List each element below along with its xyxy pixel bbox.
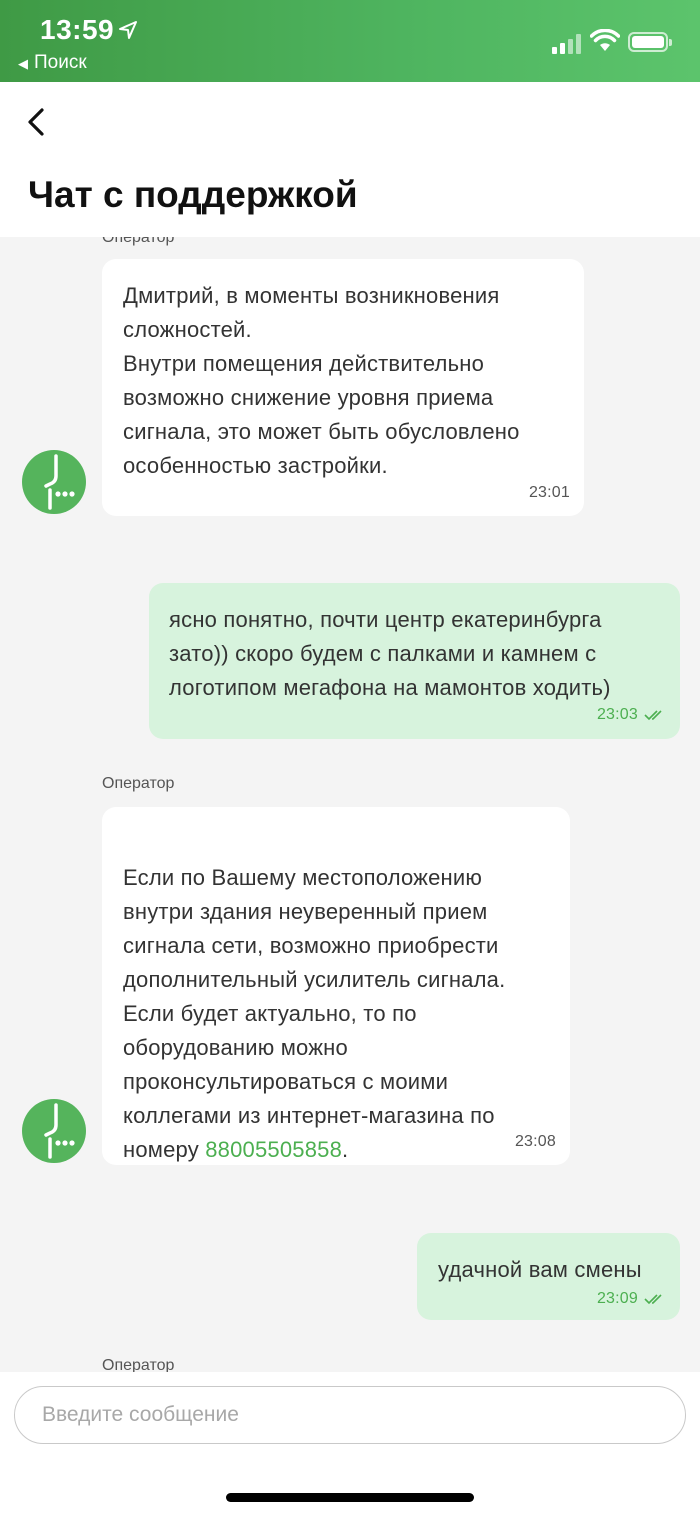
status-bar: 13:59 ◀ Поиск	[0, 0, 700, 82]
operator-avatar	[22, 1099, 86, 1163]
message-text: Дмитрий, в моменты возникновения сложнос…	[123, 283, 520, 478]
page-title: Чат с поддержкой	[28, 174, 358, 215]
chat-header: Чат с поддержкой	[0, 82, 700, 237]
outgoing-message[interactable]: ясно понятно, почти центр екатеринбурга …	[149, 583, 680, 739]
back-app-label: Поиск	[34, 52, 87, 73]
message-time: 23:03	[596, 706, 638, 723]
message-text-prefix: номеру	[123, 1137, 206, 1162]
double-check-icon	[644, 1294, 662, 1304]
status-time: 13:59	[40, 14, 115, 45]
megafon-logo-icon	[44, 1103, 75, 1159]
message-time: 23:08	[514, 1133, 556, 1150]
message-input-bar	[0, 1372, 700, 1515]
chat-messages[interactable]: Оператор Дмитрий, в моменты возникновени…	[0, 237, 700, 1372]
megafon-logo-icon	[44, 454, 75, 510]
incoming-message[interactable]: Дмитрий, в моменты возникновения сложнос…	[102, 259, 584, 516]
battery-icon	[628, 32, 672, 52]
message-text: удачной вам смены	[438, 1257, 642, 1282]
sender-label: Оператор	[102, 1357, 175, 1372]
operator-avatar	[22, 450, 86, 514]
incoming-message[interactable]: Если по Вашему местоположению внутри зда…	[102, 807, 570, 1165]
message-time: 23:09	[596, 1290, 638, 1307]
message-input[interactable]	[14, 1386, 686, 1444]
sender-label: Оператор	[102, 775, 175, 792]
double-check-icon	[644, 710, 662, 720]
back-to-app-link[interactable]: ◀ Поиск	[18, 52, 87, 74]
sender-label: Оператор	[102, 237, 175, 246]
wifi-icon	[590, 29, 620, 51]
chevron-left-icon[interactable]	[22, 104, 52, 140]
outgoing-message[interactable]: удачной вам смены 23:09	[417, 1233, 680, 1320]
message-text: Если по Вашему местоположению внутри зда…	[123, 827, 552, 1167]
message-text: ясно понятно, почти центр екатеринбурга …	[169, 607, 611, 700]
message-text-suffix: .	[342, 1137, 349, 1162]
message-text-body: Если по Вашему местоположению внутри зда…	[123, 865, 506, 1128]
message-time-status: 23:03	[597, 705, 666, 725]
location-arrow-icon	[119, 21, 137, 39]
message-time-status: 23:09	[597, 1289, 666, 1309]
phone-link[interactable]: 88005505858	[205, 1137, 342, 1162]
message-time: 23:01	[528, 484, 570, 501]
cellular-signal-icon	[552, 32, 582, 54]
back-triangle-icon: ◀	[18, 56, 28, 71]
home-indicator	[226, 1493, 474, 1502]
